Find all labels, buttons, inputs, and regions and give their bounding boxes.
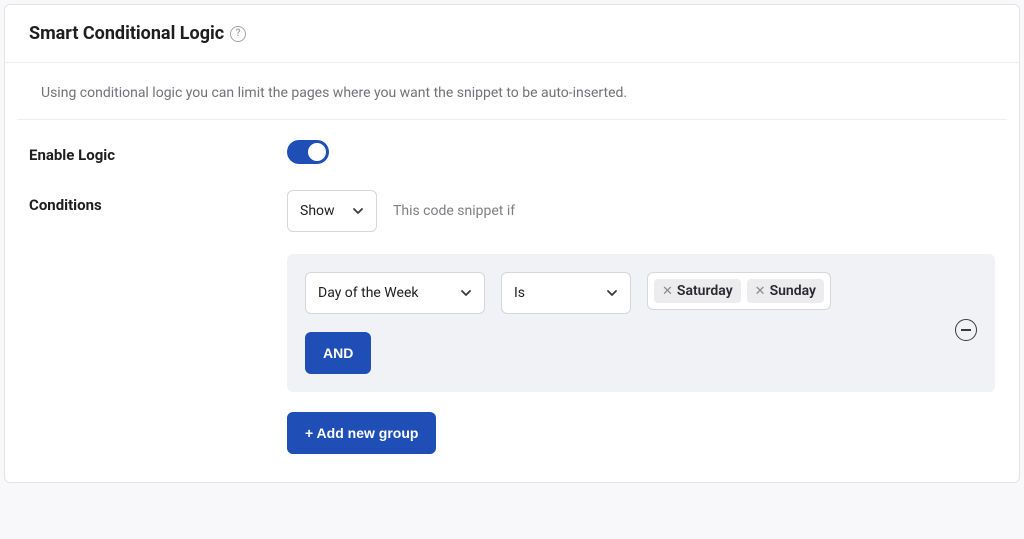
panel-description: Using conditional logic you can limit th… xyxy=(17,63,1007,120)
rule-operator-value: Is xyxy=(514,285,525,301)
panel-header: Smart Conditional Logic ? xyxy=(5,5,1019,63)
rule-value-input[interactable]: ✕ Saturday ✕ Sunday xyxy=(647,272,831,310)
value-tag-label: Saturday xyxy=(677,283,733,299)
condition-hint: This code snippet if xyxy=(393,203,515,219)
value-tag: ✕ Sunday xyxy=(747,279,824,303)
and-button[interactable]: AND xyxy=(305,332,371,374)
form-area: Enable Logic Conditions Show This code xyxy=(5,120,1019,482)
remove-group-icon[interactable] xyxy=(955,319,977,341)
rule-operator-select[interactable]: Is xyxy=(501,272,631,314)
value-tag: ✕ Saturday xyxy=(654,279,741,303)
panel-title: Smart Conditional Logic xyxy=(29,23,224,44)
chevron-down-icon xyxy=(352,205,364,217)
rule-field-select[interactable]: Day of the Week xyxy=(305,272,485,314)
enable-logic-toggle[interactable] xyxy=(287,140,329,164)
rule-field-value: Day of the Week xyxy=(318,285,418,301)
chevron-down-icon xyxy=(606,287,618,299)
enable-logic-row: Enable Logic xyxy=(29,140,995,168)
conditions-label: Conditions xyxy=(29,190,287,214)
conditions-row: Conditions Show This code snippet if xyxy=(29,190,995,454)
action-select[interactable]: Show xyxy=(287,190,377,232)
value-tag-label: Sunday xyxy=(770,283,816,299)
help-icon[interactable]: ? xyxy=(230,26,246,42)
condition-group: Day of the Week Is xyxy=(287,254,995,392)
condition-rule: Day of the Week Is xyxy=(305,272,931,314)
smart-conditional-logic-panel: Smart Conditional Logic ? Using conditio… xyxy=(4,4,1020,483)
add-new-group-button[interactable]: + Add new group xyxy=(287,412,436,454)
action-select-value: Show xyxy=(300,203,335,219)
condition-action-row: Show This code snippet if xyxy=(287,190,995,232)
remove-tag-icon[interactable]: ✕ xyxy=(662,284,673,299)
chevron-down-icon xyxy=(460,287,472,299)
enable-logic-label: Enable Logic xyxy=(29,140,287,164)
remove-tag-icon[interactable]: ✕ xyxy=(755,284,766,299)
